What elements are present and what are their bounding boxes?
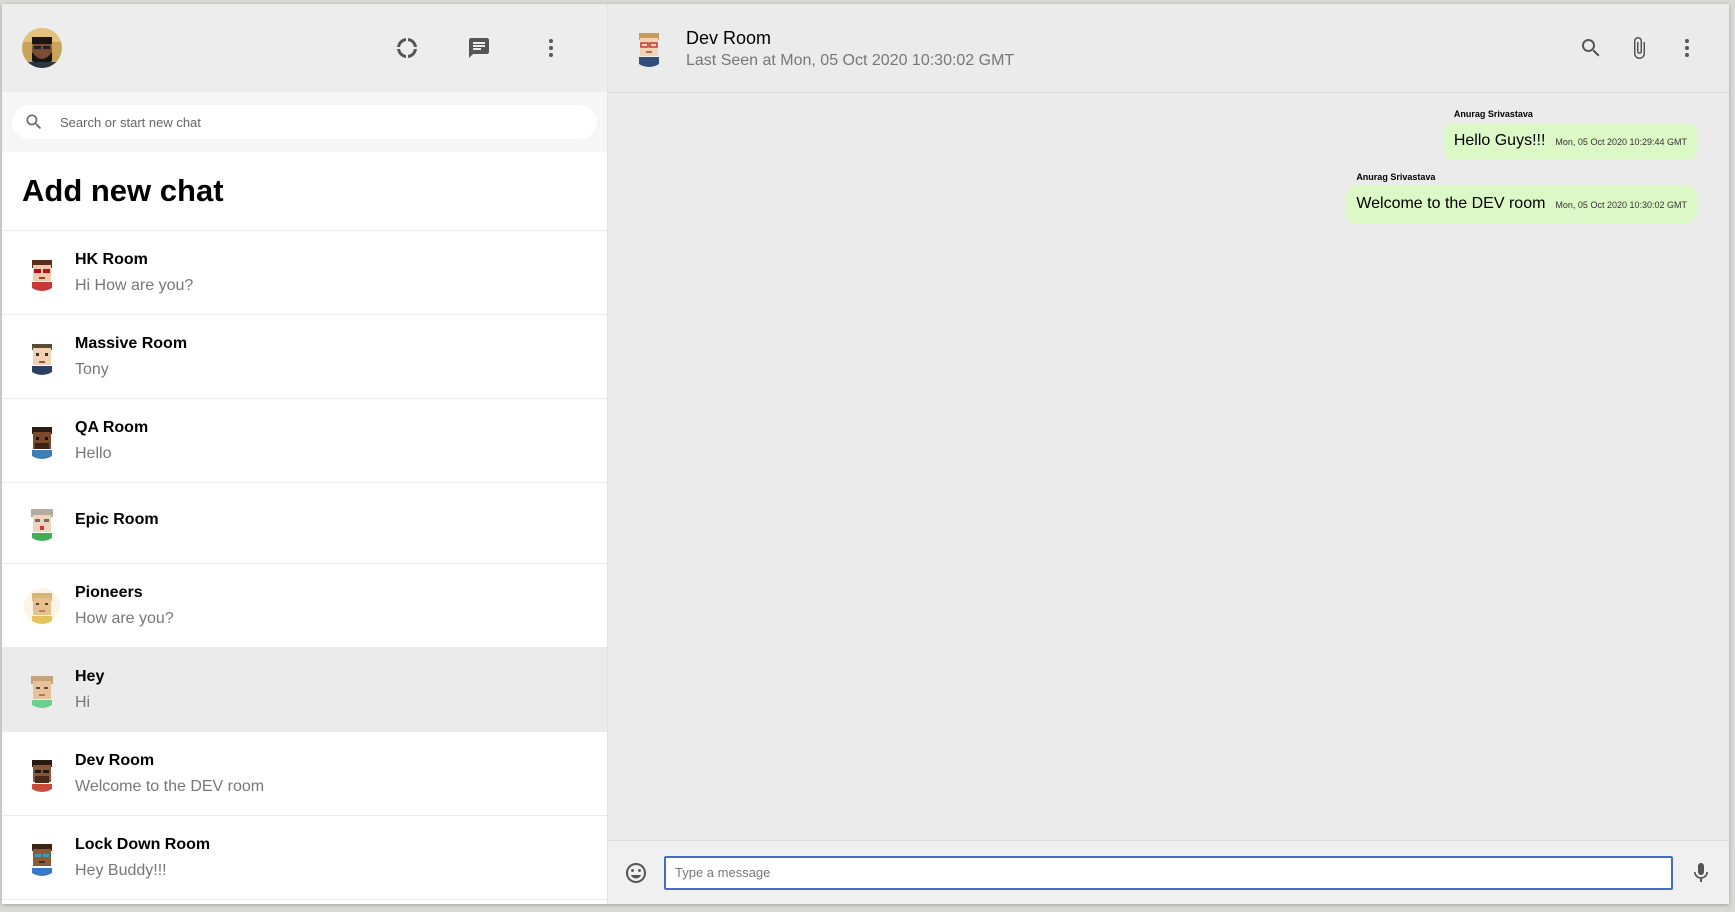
room-title: Dev Room bbox=[686, 27, 772, 48]
chat-header: Dev Room Last Seen at Mon, 05 Oct 2020 1… bbox=[608, 4, 1729, 93]
message: Anurag Srivastava Hello Guys!!! Mon, 05 … bbox=[1443, 109, 1697, 160]
avatar bbox=[24, 254, 60, 291]
chat-info: Pioneers How are you? bbox=[75, 583, 174, 628]
avatar bbox=[24, 505, 60, 541]
message-timestamp: Mon, 05 Oct 2020 10:29:44 GMT bbox=[1555, 137, 1687, 147]
chat-info: Lock Down Room Hey Buddy!!! bbox=[75, 835, 210, 880]
avatar bbox=[24, 587, 60, 624]
message-text: Welcome to the DEV room bbox=[1356, 195, 1546, 212]
chat-item-qa-room[interactable]: QA Room Hello bbox=[2, 399, 607, 483]
chat-last-message: Tony bbox=[75, 361, 109, 378]
chat-item-pioneers[interactable]: Pioneers How are you? bbox=[2, 564, 607, 648]
emoji-icon[interactable] bbox=[618, 855, 654, 891]
avatar bbox=[24, 755, 60, 792]
message-composer bbox=[608, 840, 1729, 904]
chat-info: QA Room Hello bbox=[75, 418, 148, 463]
message-list: Anurag Srivastava Hello Guys!!! Mon, 05 … bbox=[608, 93, 1729, 840]
room-avatar[interactable] bbox=[630, 29, 668, 67]
chat-item-massive-room[interactable]: Massive Room Tony bbox=[2, 315, 607, 399]
chat-app: Add new chat HK Room Hi How are you? Mas… bbox=[2, 4, 1729, 904]
attach-icon[interactable] bbox=[1621, 30, 1657, 66]
search-bar bbox=[2, 92, 607, 152]
chat-info: HK Room Hi How are you? bbox=[75, 250, 193, 295]
last-seen: Last Seen at Mon, 05 Oct 2020 10:30:02 G… bbox=[686, 51, 1015, 69]
chat-info: Dev Room Welcome to the DEV room bbox=[75, 751, 264, 796]
chat-item-epic-room[interactable]: Epic Room bbox=[2, 483, 607, 564]
chat-item-hey[interactable]: Hey Hi bbox=[2, 648, 607, 732]
chat-last-message: Hello bbox=[75, 445, 112, 462]
chat-name: Epic Room bbox=[75, 511, 159, 528]
chat-last-message: Hi bbox=[75, 694, 91, 711]
chat-name: Hey bbox=[75, 668, 105, 685]
chat-header-info: Dev Room Last Seen at Mon, 05 Oct 2020 1… bbox=[686, 27, 1014, 70]
search-box[interactable] bbox=[12, 105, 597, 139]
chat-last-message: Welcome to the DEV room bbox=[75, 778, 265, 795]
new-chat-icon[interactable] bbox=[461, 30, 497, 66]
mic-icon[interactable] bbox=[1683, 855, 1719, 891]
sidebar-header bbox=[2, 4, 607, 92]
chat-name: Pioneers bbox=[75, 584, 143, 601]
chat-name: Massive Room bbox=[75, 335, 188, 352]
chat-item-lock-down-room[interactable]: Lock Down Room Hey Buddy!!! bbox=[2, 816, 607, 900]
search-icon bbox=[26, 114, 42, 130]
sidebar: Add new chat HK Room Hi How are you? Mas… bbox=[2, 4, 608, 904]
add-new-chat-button[interactable]: Add new chat bbox=[2, 152, 607, 231]
chat-pane: Dev Room Last Seen at Mon, 05 Oct 2020 1… bbox=[608, 4, 1729, 904]
chat-last-message: Hi How are you? bbox=[75, 277, 194, 294]
more-vert-icon[interactable] bbox=[533, 30, 569, 66]
chat-list: HK Room Hi How are you? Massive Room Ton… bbox=[2, 231, 607, 904]
chat-last-message: How are you? bbox=[75, 610, 174, 627]
chat-item-dev-room[interactable]: Dev Room Welcome to the DEV room bbox=[2, 732, 607, 816]
chat-info: Massive Room Tony bbox=[75, 334, 187, 379]
avatar bbox=[24, 839, 60, 876]
chat-info: Hey Hi bbox=[75, 667, 104, 712]
status-icon[interactable] bbox=[389, 30, 425, 66]
message-bubble: Welcome to the DEV room Mon, 05 Oct 2020… bbox=[1346, 186, 1697, 223]
search-input[interactable] bbox=[58, 113, 585, 131]
message-sender: Anurag Srivastava bbox=[1356, 172, 1436, 182]
more-vert-icon[interactable] bbox=[1669, 30, 1705, 66]
chat-name: QA Room bbox=[75, 419, 149, 436]
avatar bbox=[24, 671, 60, 708]
message-sender: Anurag Srivastava bbox=[1453, 109, 1533, 119]
message: Anurag Srivastava Welcome to the DEV roo… bbox=[1346, 172, 1697, 223]
chat-name: HK Room bbox=[75, 251, 148, 268]
chat-name: Dev Room bbox=[75, 752, 155, 769]
user-avatar[interactable] bbox=[22, 28, 62, 68]
message-input[interactable] bbox=[664, 855, 1673, 890]
chat-info: Epic Room bbox=[75, 510, 159, 536]
message-bubble: Hello Guys!!! Mon, 05 Oct 2020 10:29:44 … bbox=[1443, 123, 1697, 160]
avatar bbox=[24, 338, 60, 375]
message-timestamp: Mon, 05 Oct 2020 10:30:02 GMT bbox=[1555, 200, 1687, 210]
chat-name: Lock Down Room bbox=[75, 836, 211, 853]
avatar bbox=[24, 422, 60, 459]
search-icon[interactable] bbox=[1573, 30, 1609, 66]
message-text: Hello Guys!!! bbox=[1453, 132, 1546, 149]
chat-item-hk-room[interactable]: HK Room Hi How are you? bbox=[2, 231, 607, 315]
chat-last-message: Hey Buddy!!! bbox=[75, 862, 167, 879]
